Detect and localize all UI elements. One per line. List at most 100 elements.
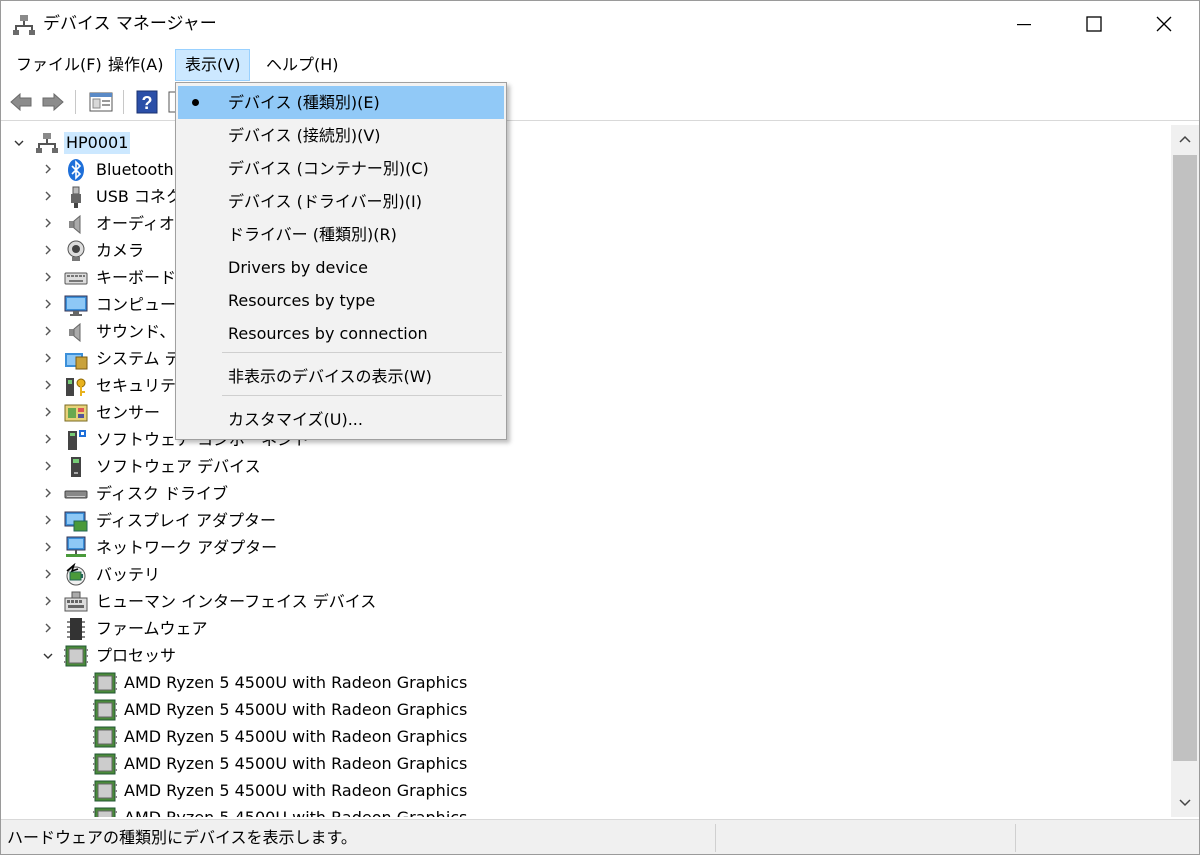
menu-separator xyxy=(222,352,502,353)
tree-device[interactable]: AMD Ryzen 5 4500U with Radeon Graphics xyxy=(2,696,1170,723)
tree-category[interactable]: ディスク ドライブ xyxy=(2,480,1170,507)
tree-node-label: USB コネク xyxy=(96,187,182,206)
expand-toggle[interactable] xyxy=(41,405,55,419)
toolbar-separator xyxy=(123,90,124,114)
chevron-down-icon xyxy=(13,133,25,152)
status-bar: ハードウェアの種類別にデバイスを表示します。 xyxy=(1,819,1199,854)
chevron-right-icon xyxy=(43,403,53,422)
view-menu-item-label: デバイス (コンテナー別)(C) xyxy=(228,159,429,178)
show-hide-console-tree-button[interactable] xyxy=(87,88,115,116)
tree-node-label: AMD Ryzen 5 4500U with Radeon Graphics xyxy=(124,781,468,800)
view-menu-item[interactable]: 非表示のデバイスの表示(W) xyxy=(178,360,504,393)
tree-device[interactable]: AMD Ryzen 5 4500U with Radeon Graphics xyxy=(2,750,1170,777)
forward-button[interactable] xyxy=(39,88,67,116)
toolbar-separator xyxy=(75,90,76,114)
expand-toggle[interactable] xyxy=(41,567,55,581)
tree-node-label: AMD Ryzen 5 4500U with Radeon Graphics xyxy=(124,727,468,746)
view-menu-item[interactable]: Resources by connection xyxy=(178,317,504,350)
tree-device[interactable]: AMD Ryzen 5 4500U with Radeon Graphics xyxy=(2,669,1170,696)
chevron-right-icon xyxy=(43,484,53,503)
view-menu-item[interactable]: デバイス (ドライバー別)(I) xyxy=(178,185,504,218)
tree-category[interactable]: プロセッサ xyxy=(2,642,1170,669)
tree-device[interactable]: AMD Ryzen 5 4500U with Radeon Graphics xyxy=(2,777,1170,804)
status-separator xyxy=(1015,824,1016,852)
tree-category[interactable]: バッテリ xyxy=(2,561,1170,588)
view-menu-item[interactable]: Drivers by device xyxy=(178,251,504,284)
close-button[interactable] xyxy=(1129,1,1199,47)
window-title: デバイス マネージャー xyxy=(43,14,217,34)
scroll-thumb[interactable] xyxy=(1173,155,1197,761)
view-menu-item[interactable]: デバイス (コンテナー別)(C) xyxy=(178,152,504,185)
view-menu-item[interactable]: デバイス (種類別)(E) xyxy=(178,86,504,119)
speaker-icon xyxy=(64,320,88,344)
expand-toggle[interactable] xyxy=(41,189,55,203)
tree-category[interactable]: ネットワーク アダプター xyxy=(2,534,1170,561)
expand-toggle[interactable] xyxy=(41,378,55,392)
expand-toggle[interactable] xyxy=(41,270,55,284)
menu-action[interactable]: 操作(A) xyxy=(99,49,172,81)
chevron-right-icon xyxy=(43,538,53,557)
close-icon xyxy=(1156,16,1172,32)
tree-node-label: ディスク ドライブ xyxy=(96,484,228,503)
menu-help[interactable]: ヘルプ(H) xyxy=(257,49,348,81)
tree-category[interactable]: ファームウェア xyxy=(2,615,1170,642)
chevron-right-icon xyxy=(43,295,53,314)
expand-toggle[interactable] xyxy=(41,351,55,365)
tree-device[interactable]: AMD Ryzen 5 4500U with Radeon Graphics xyxy=(2,723,1170,750)
back-arrow-icon xyxy=(10,92,32,112)
menu-view[interactable]: 表示(V) xyxy=(175,49,251,81)
back-button[interactable] xyxy=(7,88,35,116)
expand-toggle[interactable] xyxy=(41,486,55,500)
tree-node-label: バッテリ xyxy=(96,565,161,584)
scroll-down-button[interactable] xyxy=(1171,789,1199,817)
tree-node-label: プロセッサ xyxy=(96,646,177,665)
display-adapter-icon xyxy=(64,509,88,533)
keyboard-icon xyxy=(64,266,88,290)
processor-icon xyxy=(93,806,117,817)
expand-toggle[interactable] xyxy=(41,324,55,338)
title-bar[interactable]: デバイス マネージャー xyxy=(1,1,1199,47)
expand-toggle[interactable] xyxy=(41,540,55,554)
tree-node-label: ディスプレイ アダプター xyxy=(96,511,276,530)
chevron-right-icon xyxy=(43,511,53,530)
maximize-button[interactable] xyxy=(1059,1,1129,47)
scroll-up-button[interactable] xyxy=(1171,125,1199,153)
tree-category[interactable]: ディスプレイ アダプター xyxy=(2,507,1170,534)
view-menu-item[interactable]: ドライバー (種類別)(R) xyxy=(178,218,504,251)
processor-icon xyxy=(93,752,117,776)
view-menu-item-label: ドライバー (種類別)(R) xyxy=(228,225,397,244)
tree-device[interactable]: AMD Ryzen 5 4500U with Radeon Graphics xyxy=(2,804,1170,817)
expand-toggle[interactable] xyxy=(41,621,55,635)
tree-node-label: カメラ xyxy=(96,241,145,260)
expand-toggle[interactable] xyxy=(41,162,55,176)
tree-category[interactable]: ヒューマン インターフェイス デバイス xyxy=(2,588,1170,615)
expand-toggle[interactable] xyxy=(41,243,55,257)
vertical-scrollbar[interactable] xyxy=(1171,125,1199,817)
system-folder-icon xyxy=(64,347,88,371)
expand-toggle[interactable] xyxy=(41,297,55,311)
battery-icon xyxy=(64,562,88,587)
chevron-right-icon xyxy=(43,214,53,233)
expand-toggle[interactable] xyxy=(41,216,55,230)
status-text: ハードウェアの種類別にデバイスを表示します。 xyxy=(7,828,357,847)
view-menu-item[interactable]: Resources by type xyxy=(178,284,504,317)
software-device-icon xyxy=(64,455,88,479)
help-button[interactable]: ? xyxy=(133,88,161,116)
expand-toggle[interactable] xyxy=(41,513,55,527)
chevron-right-icon xyxy=(43,349,53,368)
expand-toggle[interactable] xyxy=(41,594,55,608)
sensor-icon xyxy=(64,401,88,425)
expand-toggle[interactable] xyxy=(41,648,55,662)
processor-icon xyxy=(64,644,88,668)
menu-file[interactable]: ファイル(F) xyxy=(7,49,111,81)
view-menu-item[interactable]: デバイス (接続別)(V) xyxy=(178,119,504,152)
forward-arrow-icon xyxy=(42,92,64,112)
chevron-right-icon xyxy=(43,592,53,611)
expand-toggle[interactable] xyxy=(12,135,26,149)
view-menu-item[interactable]: カスタマイズ(U)... xyxy=(178,403,504,436)
minimize-button[interactable] xyxy=(989,1,1059,47)
view-menu-item-label: デバイス (種類別)(E) xyxy=(228,93,380,112)
expand-toggle[interactable] xyxy=(41,459,55,473)
expand-toggle[interactable] xyxy=(41,432,55,446)
tree-category[interactable]: ソフトウェア デバイス xyxy=(2,453,1170,480)
